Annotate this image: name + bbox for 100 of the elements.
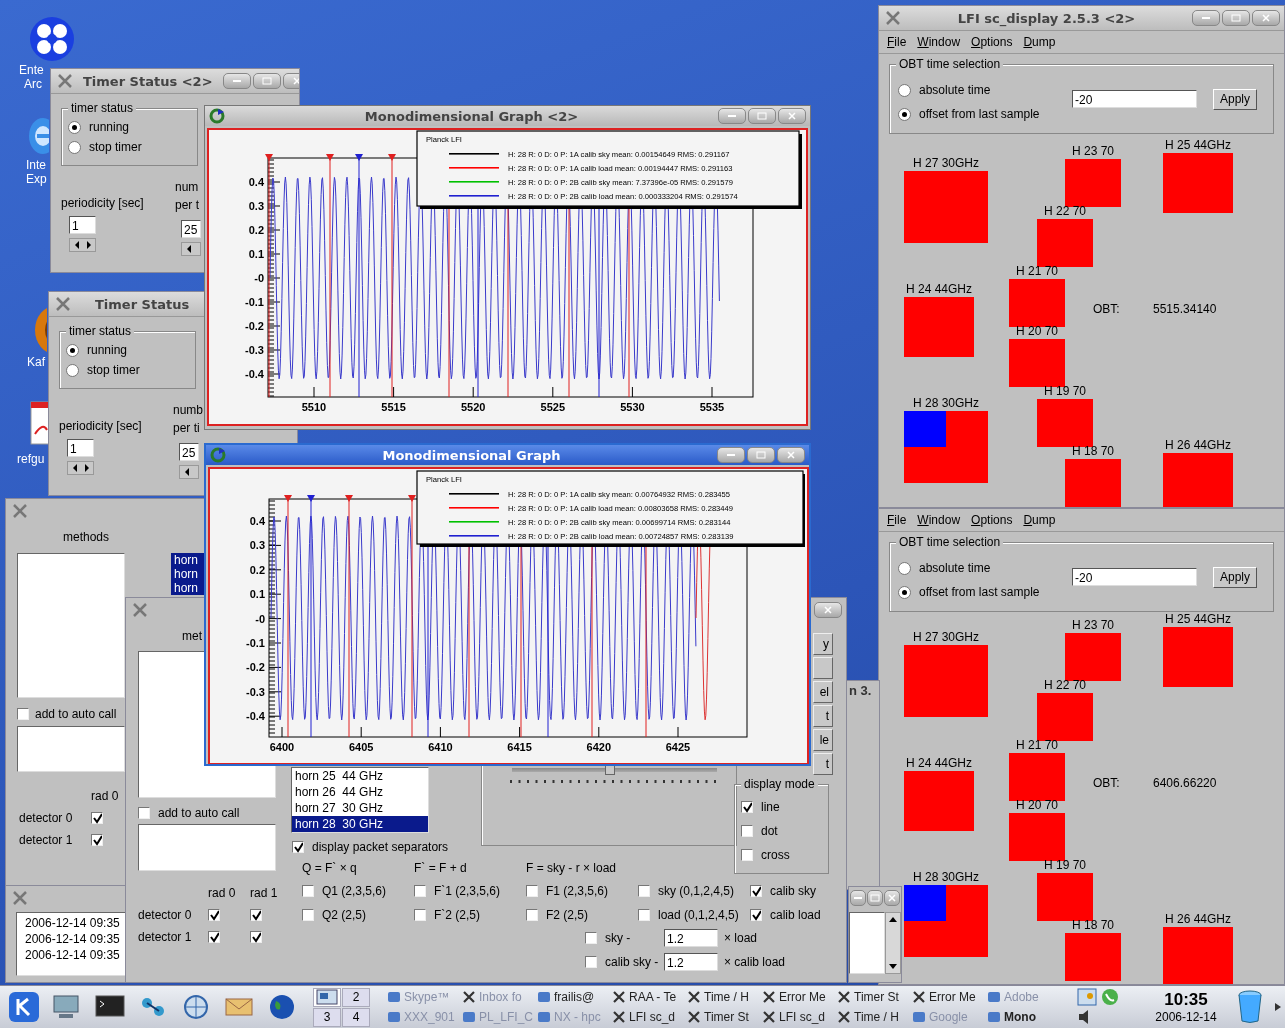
checkbox-label[interactable]: calib sky - [605,954,659,970]
side-button[interactable] [813,657,833,679]
phone-icon[interactable] [1101,988,1119,1006]
periodicity-field[interactable]: 1 [67,439,94,457]
side-button[interactable]: t [813,753,833,775]
task-button[interactable]: Time / H [835,1007,910,1027]
spin-arrows-icon[interactable] [69,238,96,252]
menu-item[interactable]: Window [917,35,961,49]
desktop-icon-label[interactable]: refgu [17,452,45,466]
checkbox-label[interactable]: sky (0,1,2,4,5) [658,883,735,899]
checkbox[interactable] [638,885,650,897]
radio-button[interactable] [898,83,911,97]
checkbox-label[interactable]: cross [761,847,790,863]
clock-time[interactable]: 10:35 [1164,990,1208,1010]
checkbox[interactable] [91,812,103,824]
close-button[interactable] [777,447,805,463]
checkbox-label[interactable]: load (0,1,2,4,5) [658,907,739,923]
maximize-button[interactable] [748,108,776,124]
menu-item[interactable]: Dump [1023,513,1056,527]
task-button[interactable]: Mono [985,1007,1060,1027]
minimize-button[interactable] [850,890,866,906]
checkbox[interactable] [526,885,538,897]
text-field[interactable] [138,824,276,871]
periodicity-field[interactable]: 1 [69,216,96,234]
desktop-icon-label[interactable]: Kaf [27,355,45,369]
checkbox-label[interactable]: F`2 (2,5) [434,907,480,923]
checkbox[interactable] [292,841,304,853]
desktop-icon-label[interactable]: Inte [26,158,46,172]
maximize-button[interactable] [1222,10,1250,26]
checkbox-label[interactable]: dot [761,823,778,839]
close-button[interactable] [814,602,842,618]
checkbox[interactable] [208,909,220,921]
radio-label[interactable]: absolute time [919,560,991,576]
minimize-button[interactable] [1192,10,1220,26]
side-button[interactable]: le [813,729,833,751]
list-item[interactable]: horn [171,553,204,567]
checkbox[interactable] [250,909,262,921]
checkbox[interactable] [585,932,597,944]
refresh-icon[interactable] [210,447,226,463]
menu-item[interactable]: Options [971,35,1013,49]
radio-label[interactable]: running [89,119,130,135]
apply-button[interactable]: Apply [1213,566,1258,588]
task-button[interactable]: Error Me [910,987,985,1007]
checkbox-label[interactable]: Q1 (2,3,5,6) [322,883,387,899]
checkbox[interactable] [250,931,262,943]
checkbox[interactable] [741,849,753,861]
checkbox[interactable] [91,834,103,846]
checkbox[interactable] [208,931,220,943]
offset-field[interactable]: -20 [1072,90,1197,108]
checkbox-label[interactable]: sky - [605,930,631,946]
desktop-switch-button[interactable]: 3 [313,1007,341,1027]
count-field[interactable]: 25 [179,443,199,461]
checkbox[interactable] [526,909,538,921]
checkbox-label[interactable]: F`1 (2,3,5,6) [434,883,501,899]
side-button[interactable]: el [813,681,833,703]
log-entry[interactable]: 2006-12-14 09:35 [25,915,120,931]
menu-item[interactable]: Window [917,513,961,527]
radio-button[interactable] [66,343,79,357]
minimize-button[interactable] [717,447,745,463]
radio-button[interactable] [898,585,911,599]
scrollbar[interactable] [885,912,901,974]
checkbox-label[interactable]: calib load [770,907,821,923]
checkbox[interactable] [414,885,426,897]
radio-button[interactable] [68,120,81,134]
list-item[interactable]: horn 28 30 GHz [292,816,428,832]
checkbox[interactable] [741,825,753,837]
trash-icon[interactable] [1237,990,1263,1024]
checkbox-label[interactable]: Q2 (2,5) [322,907,366,923]
maximize-button[interactable] [867,890,883,906]
radio-button[interactable] [66,363,79,377]
task-button[interactable]: Timer St [685,1007,760,1027]
document-icon[interactable] [29,400,51,446]
checkbox[interactable] [741,801,753,813]
list-item[interactable]: horn 26 44 GHz [292,784,428,800]
task-button[interactable]: Timer St [835,987,910,1007]
refresh-icon[interactable] [209,108,225,124]
radio-button[interactable] [898,107,911,121]
maximize-button[interactable] [252,73,281,89]
log-entry[interactable]: 2006-12-14 09:35 [25,931,120,947]
minimize-button[interactable] [222,73,251,89]
desktop-icon-label[interactable]: Arc [24,77,42,91]
list-item[interactable]: horn [171,567,204,581]
radio-label[interactable]: stop timer [89,139,142,155]
slider-thumb[interactable] [605,765,616,775]
log-entry[interactable]: 2006-12-14 09:35 [25,947,120,963]
checkbox-label[interactable]: F1 (2,3,5,6) [546,883,609,899]
text-field[interactable] [17,726,125,772]
task-button[interactable]: frailis@ [535,987,610,1007]
checkbox[interactable] [302,885,314,897]
desktop-icon-label[interactable]: Exp [26,172,47,186]
side-button[interactable]: y [813,633,833,655]
checkbox[interactable] [17,708,29,720]
task-button[interactable]: LFI sc_d [760,1007,835,1027]
checkbox-label[interactable]: display packet separators [312,839,449,855]
checkbox[interactable] [638,909,650,921]
desktop-icon-label[interactable]: Ente [19,63,44,77]
task-button[interactable]: LFI sc_d [610,1007,685,1027]
radio-label[interactable]: running [87,342,128,358]
checkbox[interactable] [585,956,597,968]
desktop-switch-button[interactable]: 4 [342,1007,370,1027]
